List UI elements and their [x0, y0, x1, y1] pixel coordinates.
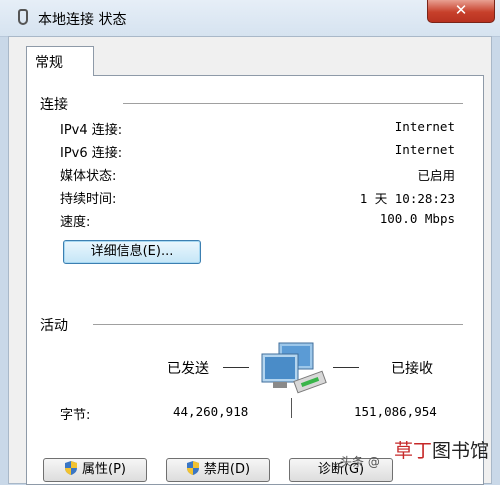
brand-watermark: 草丁图书馆 — [394, 436, 489, 463]
properties-button[interactable]: 属性(P) — [43, 458, 147, 482]
ipv4-value: Internet — [394, 119, 455, 134]
close-button[interactable]: ✕ — [427, 0, 495, 23]
uac-shield-icon — [186, 461, 199, 475]
received-dash — [333, 367, 359, 368]
bytes-label: 字节: — [60, 408, 91, 423]
details-button[interactable]: 详细信息(E)... — [63, 240, 201, 264]
speed-label: 速度: — [60, 215, 91, 230]
tab-general[interactable]: 常规 — [26, 46, 94, 76]
ipv4-label: IPv4 连接: — [60, 123, 123, 138]
ipv6-value: Internet — [394, 142, 455, 157]
connection-divider — [123, 103, 463, 104]
activity-divider — [93, 324, 463, 325]
brand-rest: 图书馆 — [432, 440, 490, 462]
duration-label: 持续时间: — [60, 192, 117, 207]
activity-section-title: 活动 — [40, 318, 68, 334]
sent-dash — [223, 367, 249, 368]
speed-value: 100.0 Mbps — [379, 211, 455, 226]
network-adapter-icon — [18, 9, 28, 25]
tab-panel: 连接 IPv4 连接: Internet IPv6 连接: Internet 媒… — [26, 75, 484, 485]
media-state-value: 已启用 — [417, 168, 455, 183]
disable-label: 禁用(D) — [203, 462, 251, 477]
media-state-label: 媒体状态: — [60, 169, 117, 184]
duration-value: 1 天 10:28:23 — [359, 191, 455, 206]
connection-section-title: 连接 — [40, 97, 68, 113]
ipv6-label: IPv6 连接: — [60, 146, 123, 161]
network-computers-icon — [261, 342, 327, 394]
bytes-sent-value: 44,260,918 — [173, 404, 249, 419]
dialog-window: 常规 连接 IPv4 连接: Internet IPv6 连接: Interne… — [8, 36, 492, 485]
bytes-received-value: 151,086,954 — [354, 404, 437, 419]
bytes-separator — [291, 398, 292, 418]
sent-label: 已发送 — [167, 361, 209, 377]
window-title: 本地连接 状态 — [38, 12, 127, 28]
title-bar: 本地连接 状态 ✕ — [0, 0, 500, 37]
properties-label: 属性(P) — [82, 462, 126, 477]
disable-button[interactable]: 禁用(D) — [166, 458, 270, 482]
received-label: 已接收 — [391, 361, 433, 377]
uac-shield-icon — [65, 461, 77, 475]
brand-accent: 草丁 — [394, 440, 433, 462]
source-watermark: 头条 @ — [340, 455, 380, 469]
